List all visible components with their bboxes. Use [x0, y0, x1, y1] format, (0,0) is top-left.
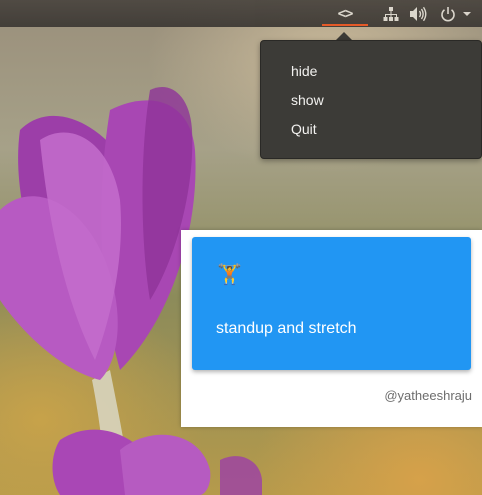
- app-indicator-button[interactable]: <>: [322, 0, 368, 27]
- notification-card[interactable]: 🏋️ standup and stretch: [192, 237, 471, 370]
- notification-window: 🏋️ standup and stretch @yatheeshraju: [181, 230, 482, 427]
- active-indicator-underline: [322, 24, 368, 26]
- network-indicator[interactable]: [380, 0, 402, 27]
- power-menu-button[interactable]: [436, 0, 476, 27]
- menu-item-hide[interactable]: hide: [291, 61, 461, 81]
- top-panel: <>: [0, 0, 482, 27]
- weightlifter-icon: 🏋️: [217, 262, 242, 286]
- power-icon: [441, 6, 455, 21]
- author-credit: @yatheeshraju: [384, 388, 472, 403]
- menu-item-show[interactable]: show: [291, 90, 461, 110]
- speaker-volume-icon: [410, 6, 427, 21]
- sound-indicator[interactable]: [407, 0, 429, 27]
- menu-item-quit[interactable]: Quit: [291, 119, 461, 139]
- code-brackets-icon: <>: [337, 5, 354, 22]
- chevron-down-icon: [463, 11, 471, 16]
- network-icon: [383, 6, 399, 21]
- notification-message: standup and stretch: [216, 320, 357, 337]
- indicator-dropdown-menu: hide show Quit: [260, 40, 482, 159]
